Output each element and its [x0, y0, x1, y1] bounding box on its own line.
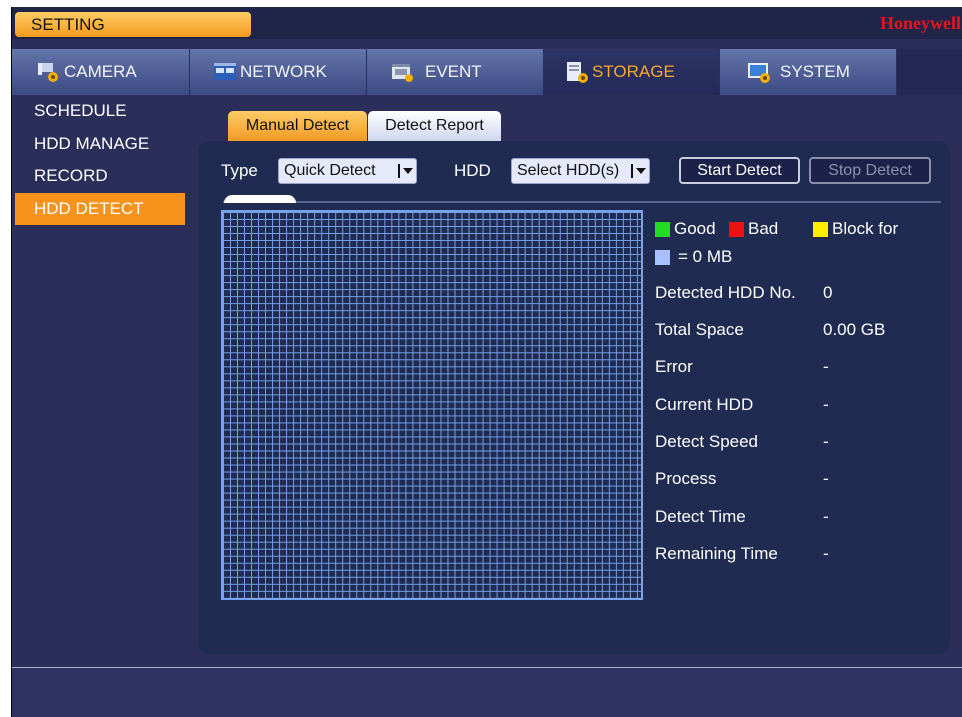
error-label: Error: [655, 357, 693, 376]
hdd-select[interactable]: Select HDD(s): [511, 158, 650, 184]
process-value: -: [823, 469, 829, 488]
remaining-time-value: -: [823, 544, 829, 563]
sidebar-item-hdd-detect[interactable]: HDD DETECT: [15, 192, 185, 225]
sidebar-item-schedule[interactable]: SCHEDULE: [15, 95, 185, 128]
legend-block-size-label: = 0 MB: [678, 247, 733, 266]
good-swatch: [655, 221, 670, 237]
detected-hdd-no-label: Detected HDD No.: [655, 283, 796, 302]
tab-system-label: SYSTEM: [780, 62, 850, 81]
process-label: Process: [655, 469, 717, 488]
tab-event[interactable]: EVENT: [367, 49, 544, 95]
tab-camera[interactable]: CAMERA: [12, 49, 190, 95]
progress-indicator: [224, 195, 296, 203]
tab-system[interactable]: SYSTEM: [720, 49, 897, 95]
legend-good-label: Good: [674, 219, 716, 238]
detect-time-value: -: [823, 507, 829, 526]
detect-speed-label: Detect Speed: [655, 432, 759, 451]
current-hdd-value: -: [823, 395, 829, 414]
block-size-swatch: [655, 249, 670, 265]
title-bar: SETTING Honeywell: [12, 7, 962, 39]
settings-window: SETTING Honeywell CAMERA NETWORK EVENT S…: [11, 7, 962, 717]
tab-network[interactable]: NETWORK: [190, 49, 367, 95]
tab-network-label: NETWORK: [240, 62, 327, 81]
detect-speed-value: -: [823, 432, 829, 451]
type-select-value: Quick Detect: [284, 162, 376, 179]
current-hdd-label: Current HDD: [655, 395, 754, 414]
remaining-time-label: Remaining Time: [655, 544, 778, 563]
type-select[interactable]: Quick Detect: [278, 158, 417, 184]
hdd-label: HDD: [454, 161, 491, 180]
chevron-down-icon: [398, 164, 413, 178]
legend-block-for-label: Block for: [832, 219, 899, 238]
network-icon: [212, 60, 238, 84]
main-tab-bar: CAMERA NETWORK EVENT STORAGE SYSTEM: [12, 49, 962, 95]
block-for-swatch: [813, 221, 828, 237]
camera-icon: [36, 60, 62, 84]
window-title: SETTING: [15, 12, 251, 37]
tab-event-label: EVENT: [425, 62, 482, 81]
event-icon: [389, 60, 415, 84]
block-map-grid: [221, 210, 643, 600]
sidebar-item-record[interactable]: RECORD: [15, 160, 185, 193]
total-space-label: Total Space: [655, 320, 744, 339]
start-detect-button[interactable]: Start Detect: [679, 157, 800, 184]
tab-camera-label: CAMERA: [64, 62, 137, 81]
detected-hdd-no-value: 0: [823, 283, 833, 302]
hdd-select-value: Select HDD(s): [517, 162, 620, 179]
error-value: -: [823, 357, 829, 376]
tab-detect-report[interactable]: Detect Report: [368, 111, 501, 141]
stop-detect-button[interactable]: Stop Detect: [809, 157, 931, 184]
legend-bad-label: Bad: [748, 219, 779, 238]
sidebar-item-hdd-manage[interactable]: HDD MANAGE: [15, 128, 185, 161]
legend-bad: Bad: [729, 219, 778, 239]
chevron-down-icon: [631, 164, 646, 178]
legend-block-for: Block for: [813, 219, 898, 239]
system-icon: [746, 60, 772, 84]
footer-bar: [12, 668, 962, 717]
brand-logo: Honeywell: [880, 13, 961, 33]
bad-swatch: [729, 221, 744, 237]
storage-icon: [564, 60, 590, 84]
tab-storage-label: STORAGE: [592, 62, 675, 81]
type-label: Type: [221, 161, 258, 180]
divider: [223, 201, 941, 203]
tab-manual-detect[interactable]: Manual Detect: [228, 111, 367, 141]
sidebar: SCHEDULE HDD MANAGE RECORD HDD DETECT: [15, 95, 185, 225]
legend-good: Good: [655, 219, 716, 239]
tab-storage[interactable]: STORAGE: [544, 49, 720, 95]
total-space-value: 0.00 GB: [823, 320, 886, 339]
detect-time-label: Detect Time: [655, 507, 746, 526]
legend-block-size: = 0 MB: [655, 247, 732, 267]
